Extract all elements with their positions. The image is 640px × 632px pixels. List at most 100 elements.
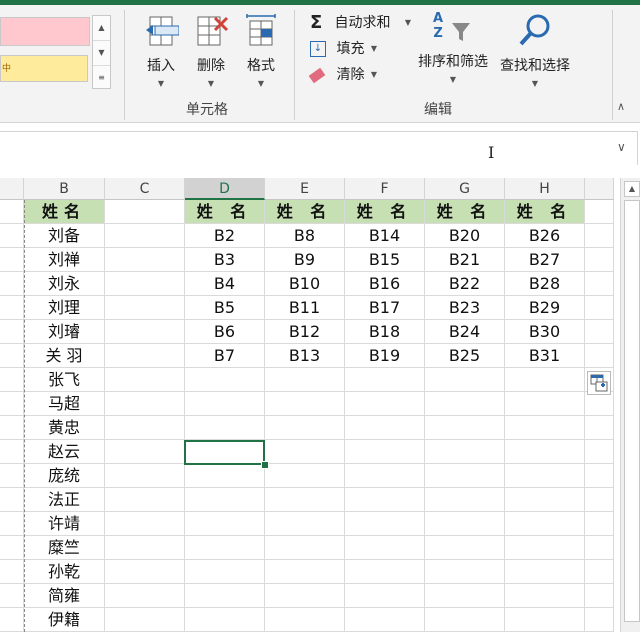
grid-cell[interactable] bbox=[585, 200, 614, 224]
clear-button[interactable]: 清除 ▼ bbox=[308, 65, 377, 85]
table-header-cell[interactable]: 姓 名 bbox=[185, 200, 265, 224]
grid-cell[interactable] bbox=[425, 512, 505, 536]
grid-cell[interactable] bbox=[265, 560, 345, 584]
grid-cell[interactable] bbox=[345, 368, 425, 392]
table-cell[interactable]: B8 bbox=[265, 224, 345, 248]
grid-cell[interactable] bbox=[105, 224, 185, 248]
grid-cell[interactable] bbox=[0, 248, 24, 272]
worksheet-grid[interactable]: 姓名姓 名姓 名姓 名姓 名姓 名刘备 B2 B8 B14 B20 B26 刘禅 B3 B9 B1… bbox=[0, 200, 614, 632]
table-cell[interactable]: B23 bbox=[425, 296, 505, 320]
grid-cell[interactable] bbox=[585, 344, 614, 368]
grid-cell[interactable] bbox=[0, 320, 24, 344]
grid-cell[interactable] bbox=[265, 464, 345, 488]
table-cell[interactable]: B5 bbox=[185, 296, 265, 320]
grid-cell[interactable] bbox=[505, 392, 585, 416]
table-cell[interactable]: B21 bbox=[425, 248, 505, 272]
grid-cell[interactable] bbox=[105, 248, 185, 272]
table-cell[interactable]: B15 bbox=[345, 248, 425, 272]
gallery-more-icon[interactable]: ≡ bbox=[93, 66, 110, 90]
grid-cell[interactable] bbox=[185, 608, 265, 632]
grid-cell[interactable] bbox=[505, 440, 585, 464]
grid-cell[interactable] bbox=[0, 392, 24, 416]
column-header-e[interactable]: E bbox=[265, 178, 345, 200]
grid-cell[interactable] bbox=[0, 584, 24, 608]
grid-cell[interactable] bbox=[105, 488, 185, 512]
gallery-up-icon[interactable]: ▲ bbox=[93, 16, 110, 41]
insert-button[interactable]: 插入 ▼ bbox=[138, 13, 184, 88]
grid-cell[interactable] bbox=[105, 440, 185, 464]
grid-cell[interactable] bbox=[0, 272, 24, 296]
grid-cell[interactable] bbox=[105, 272, 185, 296]
column-header-next[interactable] bbox=[585, 178, 614, 200]
name-cell[interactable]: 刘永 bbox=[24, 272, 105, 296]
name-cell[interactable]: 刘理 bbox=[24, 296, 105, 320]
grid-cell[interactable] bbox=[0, 464, 24, 488]
name-cell[interactable]: 庞统 bbox=[24, 464, 105, 488]
grid-cell[interactable] bbox=[345, 584, 425, 608]
grid-cell[interactable] bbox=[105, 584, 185, 608]
grid-cell[interactable] bbox=[0, 560, 24, 584]
name-cell[interactable]: 马超 bbox=[24, 392, 105, 416]
grid-cell[interactable] bbox=[0, 512, 24, 536]
table-cell[interactable]: B2 bbox=[185, 224, 265, 248]
styles-gallery-scroll[interactable]: ▲ ▼ ≡ bbox=[92, 15, 111, 89]
fill-handle[interactable] bbox=[261, 461, 269, 469]
grid-cell[interactable] bbox=[185, 464, 265, 488]
grid-cell[interactable] bbox=[105, 608, 185, 632]
grid-cell[interactable] bbox=[345, 488, 425, 512]
grid-cell[interactable] bbox=[185, 584, 265, 608]
name-cell[interactable]: 刘禅 bbox=[24, 248, 105, 272]
grid-cell[interactable] bbox=[585, 224, 614, 248]
grid-cell[interactable] bbox=[585, 320, 614, 344]
grid-cell[interactable] bbox=[265, 368, 345, 392]
grid-cell[interactable] bbox=[505, 608, 585, 632]
name-cell[interactable]: 简雍 bbox=[24, 584, 105, 608]
grid-cell[interactable] bbox=[345, 512, 425, 536]
name-cell[interactable]: 法正 bbox=[24, 488, 105, 512]
grid-cell[interactable] bbox=[185, 416, 265, 440]
grid-cell[interactable] bbox=[345, 392, 425, 416]
formula-bar[interactable] bbox=[0, 131, 638, 166]
paste-options-button[interactable] bbox=[587, 371, 611, 395]
grid-cell[interactable] bbox=[105, 368, 185, 392]
grid-cell[interactable] bbox=[345, 560, 425, 584]
name-cell[interactable]: 糜竺 bbox=[24, 536, 105, 560]
table-cell[interactable]: B12 bbox=[265, 320, 345, 344]
grid-cell[interactable] bbox=[0, 440, 24, 464]
grid-cell[interactable] bbox=[505, 416, 585, 440]
grid-cell[interactable] bbox=[585, 536, 614, 560]
grid-cell[interactable] bbox=[505, 464, 585, 488]
table-header-cell[interactable]: 姓 名 bbox=[265, 200, 345, 224]
name-cell[interactable]: 关 羽 bbox=[24, 344, 105, 368]
table-cell[interactable]: B24 bbox=[425, 320, 505, 344]
grid-cell[interactable] bbox=[425, 392, 505, 416]
table-header-cell[interactable]: 姓 名 bbox=[425, 200, 505, 224]
column-header-b[interactable]: B bbox=[24, 178, 105, 200]
grid-cell[interactable] bbox=[105, 320, 185, 344]
grid-cell[interactable] bbox=[585, 296, 614, 320]
grid-cell[interactable] bbox=[585, 560, 614, 584]
grid-cell[interactable] bbox=[185, 488, 265, 512]
grid-cell[interactable] bbox=[0, 344, 24, 368]
grid-cell[interactable] bbox=[185, 512, 265, 536]
table-header-cell[interactable]: 姓 名 bbox=[505, 200, 585, 224]
table-cell[interactable]: B28 bbox=[505, 272, 585, 296]
grid-cell[interactable] bbox=[585, 608, 614, 632]
column-header-c[interactable]: C bbox=[105, 178, 185, 200]
sort-filter-button[interactable]: A Z 排序和筛选 ▼ bbox=[413, 11, 493, 84]
table-cell[interactable]: B29 bbox=[505, 296, 585, 320]
table-cell[interactable]: B30 bbox=[505, 320, 585, 344]
grid-cell[interactable] bbox=[505, 584, 585, 608]
table-cell[interactable]: B9 bbox=[265, 248, 345, 272]
grid-cell[interactable] bbox=[425, 608, 505, 632]
grid-cell[interactable] bbox=[425, 536, 505, 560]
grid-cell[interactable] bbox=[105, 296, 185, 320]
grid-cell[interactable] bbox=[105, 416, 185, 440]
table-cell[interactable]: B31 bbox=[505, 344, 585, 368]
table-cell[interactable]: B17 bbox=[345, 296, 425, 320]
grid-cell[interactable] bbox=[0, 536, 24, 560]
grid-cell[interactable] bbox=[345, 608, 425, 632]
grid-cell[interactable] bbox=[265, 392, 345, 416]
cell-style-bad[interactable] bbox=[0, 17, 90, 46]
grid-cell[interactable] bbox=[105, 536, 185, 560]
